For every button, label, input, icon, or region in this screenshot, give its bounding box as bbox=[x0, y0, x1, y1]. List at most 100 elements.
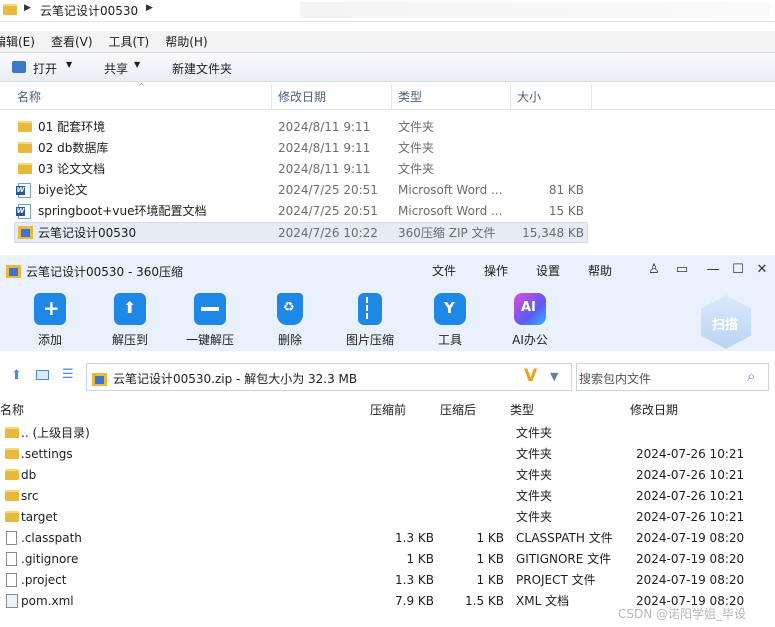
menu-view[interactable]: 查看(V) bbox=[51, 33, 93, 50]
zip-row[interactable]: .project 1.3 KB 1 KB PROJECT 文件 2024-07-… bbox=[0, 570, 775, 591]
menu-help[interactable]: 帮助(H) bbox=[165, 33, 207, 50]
zip-row[interactable]: .gitignore 1 KB 1 KB GITIGNORE 文件 2024-0… bbox=[0, 549, 775, 570]
entry-before: 7.9 KB bbox=[395, 594, 434, 608]
entry-after: 1 KB bbox=[476, 552, 504, 566]
entry-name: db bbox=[21, 468, 37, 482]
menu-settings[interactable]: 设置 bbox=[536, 262, 560, 279]
file-row[interactable]: biye论文 2024/7/25 20:51 Microsoft Word ..… bbox=[14, 180, 588, 201]
zip-icon bbox=[18, 226, 33, 239]
one-click-extract-button[interactable]: 一键解压 bbox=[175, 293, 245, 348]
file-row[interactable]: 02 db数据库 2024/8/11 9:11 文件夹 bbox=[14, 138, 588, 159]
file-row-selected[interactable]: 云笔记设计00530 2024/7/26 10:22 360压缩 ZIP 文件 … bbox=[14, 222, 588, 243]
file-date: 2024/8/11 9:11 bbox=[278, 162, 371, 176]
chevron-down-icon[interactable]: ▼ bbox=[550, 370, 558, 383]
entry-after: 1.5 KB bbox=[465, 594, 504, 608]
zip-row[interactable]: target 文件夹 2024-07-26 10:21 bbox=[0, 507, 775, 528]
entry-name: .gitignore bbox=[21, 552, 79, 566]
entry-date: 2024-07-26 10:21 bbox=[636, 447, 745, 461]
file-date: 2024/8/11 9:11 bbox=[278, 120, 371, 134]
column-after[interactable]: 压缩后 bbox=[440, 401, 476, 418]
menu-tools[interactable]: 工具(T) bbox=[109, 33, 150, 50]
tools-button[interactable]: Y 工具 bbox=[415, 293, 485, 348]
file-type: 文件夹 bbox=[398, 162, 435, 176]
zip-row[interactable]: .classpath 1.3 KB 1 KB CLASSPATH 文件 2024… bbox=[0, 528, 775, 549]
column-date[interactable]: 修改日期 bbox=[278, 84, 326, 110]
file-name: biye论文 bbox=[38, 183, 88, 197]
column-type[interactable]: 类型 bbox=[398, 84, 422, 110]
image-compress-icon bbox=[358, 293, 382, 325]
menu-bar: 编辑(E) 查看(V) 工具(T) 帮助(H) bbox=[0, 31, 775, 53]
folder-icon bbox=[18, 121, 32, 132]
entry-before: 1.3 KB bbox=[395, 531, 434, 545]
file-row[interactable]: 01 配套环境 2024/8/11 9:11 文件夹 bbox=[14, 117, 588, 138]
column-name[interactable]: 名称 bbox=[0, 401, 24, 418]
address-bar[interactable]: ▶ 云笔记设计00530 ▶ bbox=[0, 0, 775, 22]
column-date[interactable]: 修改日期 bbox=[630, 401, 678, 418]
menu-help[interactable]: 帮助 bbox=[588, 262, 612, 279]
chevron-down-icon[interactable]: ▼ bbox=[66, 60, 72, 69]
watermark: CSDN @诺阳学姐_毕设 bbox=[618, 607, 747, 621]
up-level-icon[interactable]: ⬆ bbox=[11, 368, 22, 383]
file-row[interactable]: 03 论文文档 2024/8/11 9:11 文件夹 bbox=[14, 159, 588, 180]
file-icon bbox=[6, 531, 17, 545]
close-icon[interactable]: ✕ bbox=[755, 263, 769, 277]
zip-row[interactable]: .. (上级目录) 文件夹 bbox=[0, 423, 775, 444]
list-view-icon[interactable]: ☰ bbox=[62, 367, 74, 382]
menu-edit[interactable]: 编辑(E) bbox=[0, 33, 35, 50]
add-button[interactable]: + 添加 bbox=[15, 293, 85, 348]
file-size: 15,348 KB bbox=[522, 226, 584, 240]
breadcrumb-arrow-icon[interactable]: ▶ bbox=[146, 3, 153, 13]
chevron-down-icon[interactable]: ▼ bbox=[134, 60, 140, 69]
zip-row[interactable]: db 文件夹 2024-07-26 10:21 bbox=[0, 465, 775, 486]
zip-title-bar: 云笔记设计00530 - 360压缩 文件 操作 设置 帮助 ♙ ▭ — ☐ ✕ bbox=[0, 255, 775, 285]
column-size[interactable]: 大小 bbox=[517, 84, 541, 110]
file-row[interactable]: springboot+vue环境配置文档 2024/7/25 20:51 Mic… bbox=[14, 201, 588, 222]
explorer-toolbar: 打开 ▼ 共享 ▼ 新建文件夹 bbox=[0, 54, 775, 82]
image-compress-button[interactable]: 图片压缩 bbox=[335, 293, 405, 348]
entry-after: 1 KB bbox=[476, 531, 504, 545]
entry-type: CLASSPATH 文件 bbox=[516, 531, 613, 545]
file-type: Microsoft Word ... bbox=[398, 183, 503, 197]
entry-name: .project bbox=[21, 573, 67, 587]
column-name[interactable]: 名称 bbox=[17, 84, 41, 110]
skin-icon[interactable]: ♙ bbox=[647, 263, 661, 277]
column-type[interactable]: 类型 bbox=[510, 401, 534, 418]
delete-button[interactable]: ♻ 删除 bbox=[255, 293, 325, 348]
search-input[interactable]: 搜索包内文件 bbox=[579, 370, 651, 387]
extract-to-button[interactable]: ⬆ 解压到 bbox=[95, 293, 165, 348]
scan-button[interactable]: 扫描 bbox=[701, 295, 751, 349]
search-icon[interactable]: ⌕ bbox=[747, 367, 755, 385]
path-field[interactable]: 云笔记设计00530.zip - 解包大小为 32.3 MB V ▼ bbox=[86, 363, 572, 391]
new-folder-button[interactable]: 新建文件夹 bbox=[172, 60, 232, 77]
search-field[interactable]: 搜索包内文件 ⌕ bbox=[576, 363, 769, 391]
xml-file-icon bbox=[6, 594, 18, 608]
ai-office-button[interactable]: AI AI办公 bbox=[495, 293, 565, 348]
zip-row[interactable]: src 文件夹 2024-07-26 10:21 bbox=[0, 486, 775, 507]
maximize-icon[interactable]: ☐ bbox=[731, 263, 745, 277]
open-button[interactable]: 打开 bbox=[33, 60, 57, 77]
breadcrumb-arrow-icon[interactable]: ▶ bbox=[24, 3, 31, 13]
entry-type: 文件夹 bbox=[516, 510, 553, 524]
entry-name: target bbox=[21, 510, 58, 524]
share-button[interactable]: 共享 bbox=[104, 60, 128, 77]
v-icon[interactable]: V bbox=[524, 366, 537, 386]
menu-operate[interactable]: 操作 bbox=[484, 262, 508, 279]
feedback-icon[interactable]: ▭ bbox=[675, 263, 689, 277]
entry-type: XML 文档 bbox=[516, 594, 570, 608]
menu-file[interactable]: 文件 bbox=[432, 262, 456, 279]
folder-icon bbox=[5, 490, 19, 501]
minimize-icon[interactable]: — bbox=[706, 263, 720, 277]
view-icon[interactable] bbox=[36, 370, 49, 380]
entry-type: 文件夹 bbox=[516, 426, 553, 440]
file-type: 360压缩 ZIP 文件 bbox=[398, 226, 496, 240]
entry-name: pom.xml bbox=[21, 594, 74, 608]
file-type: 文件夹 bbox=[398, 120, 435, 134]
breadcrumb-current[interactable]: 云笔记设计00530 bbox=[40, 2, 138, 19]
file-date: 2024/7/25 20:51 bbox=[278, 183, 378, 197]
column-before[interactable]: 压缩前 bbox=[370, 401, 406, 418]
zip-row[interactable]: .settings 文件夹 2024-07-26 10:21 bbox=[0, 444, 775, 465]
entry-date: 2024-07-19 08:20 bbox=[636, 573, 745, 587]
ai-office-icon: AI bbox=[514, 293, 546, 325]
word-doc-icon bbox=[16, 204, 31, 219]
file-type: 文件夹 bbox=[398, 141, 435, 155]
